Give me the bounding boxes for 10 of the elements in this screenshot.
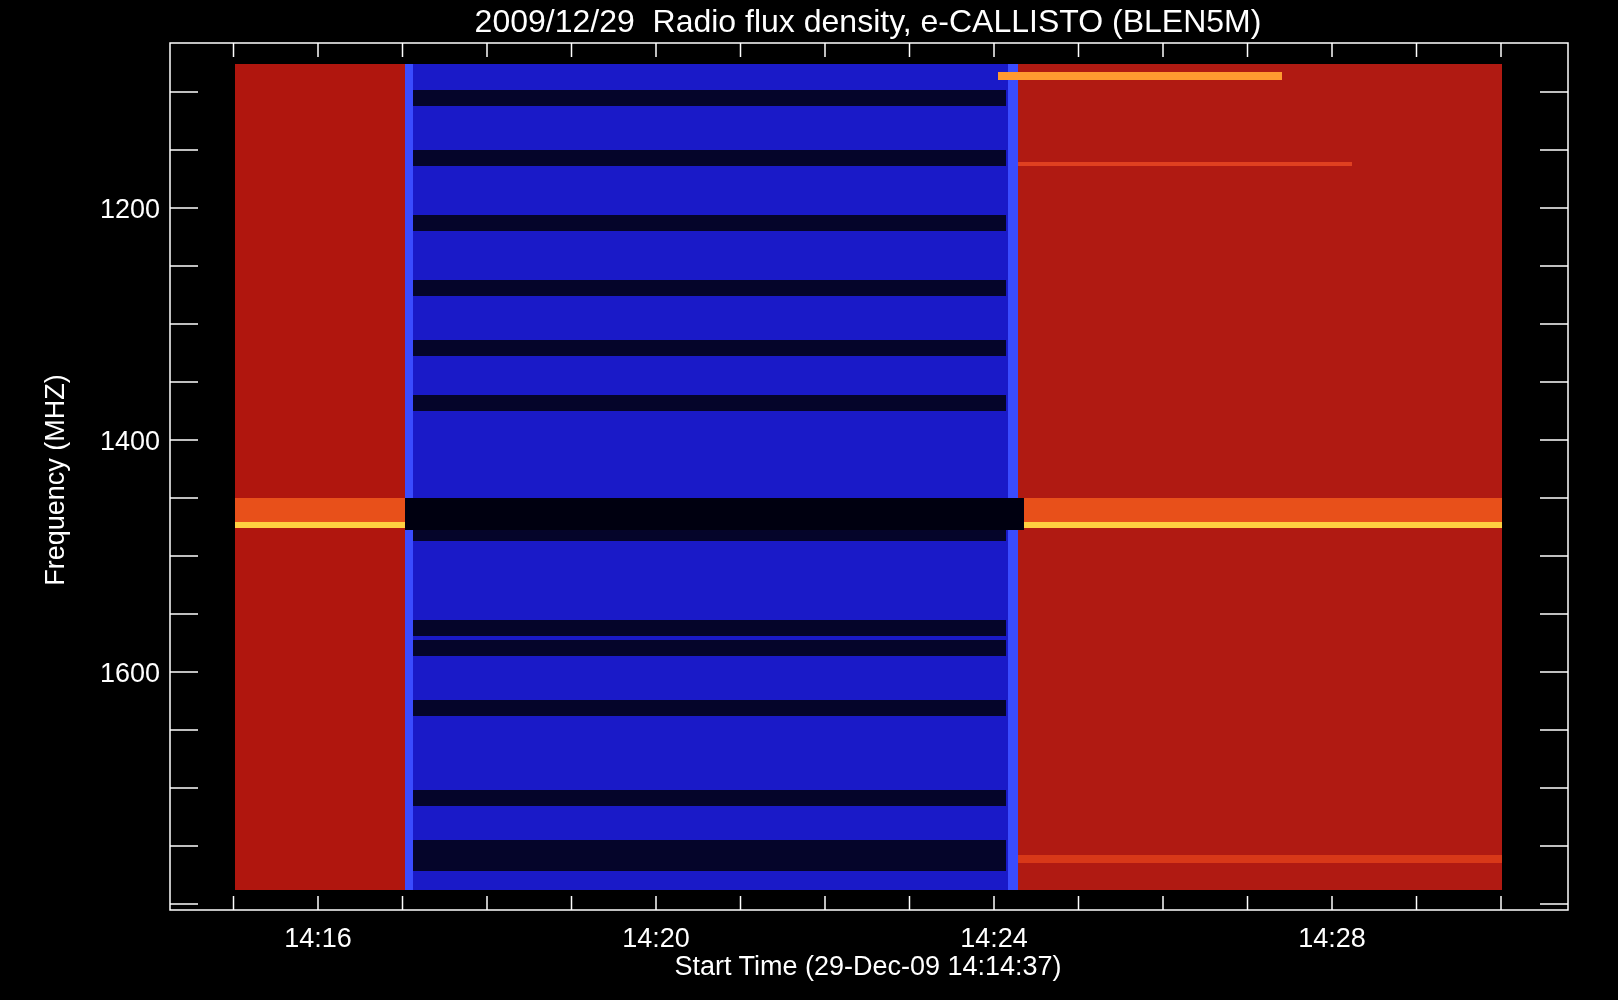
x-tick-label: 14:16 xyxy=(284,923,352,953)
y-tick-label: 1600 xyxy=(99,658,160,688)
x-tick-label: 14:24 xyxy=(960,923,1028,953)
plot-title: 2009/12/29 Radio flux density, e-CALLISTO (BLEN5M) xyxy=(474,3,1262,39)
y-tick-label: 1400 xyxy=(99,426,160,456)
x-tick-label: 14:20 xyxy=(622,923,690,953)
y-tick-label: 1200 xyxy=(99,194,160,224)
x-axis-label: Start Time (29-Dec-09 14:14:37) xyxy=(674,951,1062,981)
x-tick-label: 14:28 xyxy=(1298,923,1366,953)
y-axis-label: Frequency (MHZ) xyxy=(40,374,70,586)
